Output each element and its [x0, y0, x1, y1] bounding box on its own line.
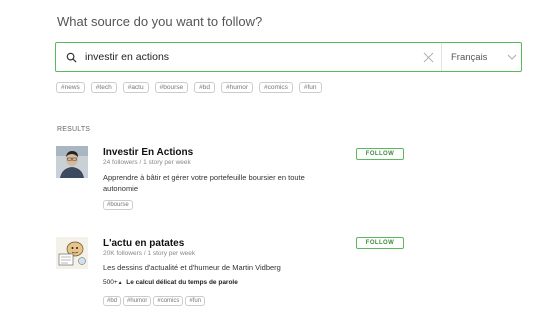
avatar[interactable] — [56, 146, 88, 178]
tag-bourse[interactable]: #bourse — [103, 200, 133, 210]
search-icon — [66, 52, 77, 63]
tag-fun[interactable]: #fun — [185, 296, 206, 306]
tag-comics[interactable]: #comics — [153, 296, 184, 306]
top-story-title[interactable]: Le calcul délicat du temps de parole — [126, 279, 238, 286]
tag-bourse[interactable]: #bourse — [154, 82, 189, 93]
tag-tech[interactable]: #tech — [90, 82, 117, 93]
result-meta: 20K followers / 1 story per week — [103, 250, 196, 257]
follow-button[interactable]: FOLLOW — [356, 237, 404, 249]
reader-icon: ▲ — [117, 280, 123, 286]
tag-fun[interactable]: #fun — [298, 82, 322, 93]
result-top-story: 500+▲ Le calcul délicat du temps de paro… — [103, 279, 238, 286]
result-description: Apprendre à bâtir et gérer votre portefe… — [103, 173, 305, 193]
follow-button[interactable]: FOLLOW — [356, 148, 404, 160]
page-title: What source do you want to follow? — [57, 14, 263, 29]
tag-humor[interactable]: #humor — [123, 296, 152, 306]
read-count: 500+ — [103, 279, 118, 286]
result-tags: #bourse — [103, 200, 133, 210]
result-title[interactable]: Investir En Actions — [103, 147, 193, 158]
clear-icon[interactable] — [423, 52, 434, 63]
tag-bd[interactable]: #bd — [194, 82, 215, 93]
tag-actu[interactable]: #actu — [122, 82, 149, 93]
divider — [441, 43, 442, 71]
result-title[interactable]: L'actu en patates — [103, 238, 184, 249]
result-description: Les dessins d'actualité et d'humeur de M… — [103, 263, 281, 272]
result-tags: #bd #humor #comics #fun — [103, 296, 206, 306]
chevron-down-icon[interactable] — [507, 53, 517, 61]
topic-tags: #news #tech #actu #bourse #bd #humor #co… — [56, 82, 322, 93]
avatar[interactable] — [56, 237, 88, 269]
tag-humor[interactable]: #humor — [220, 82, 254, 93]
result-meta: 24 followers / 1 story per week — [103, 159, 191, 166]
tag-comics[interactable]: #comics — [259, 82, 293, 93]
language-select[interactable]: Français — [451, 52, 487, 63]
tag-news[interactable]: #news — [56, 82, 85, 93]
search-box[interactable]: investir en actions Français — [55, 42, 522, 72]
search-input[interactable]: investir en actions — [85, 51, 169, 63]
results-label: RESULTS — [57, 126, 91, 133]
tag-bd[interactable]: #bd — [103, 296, 122, 306]
